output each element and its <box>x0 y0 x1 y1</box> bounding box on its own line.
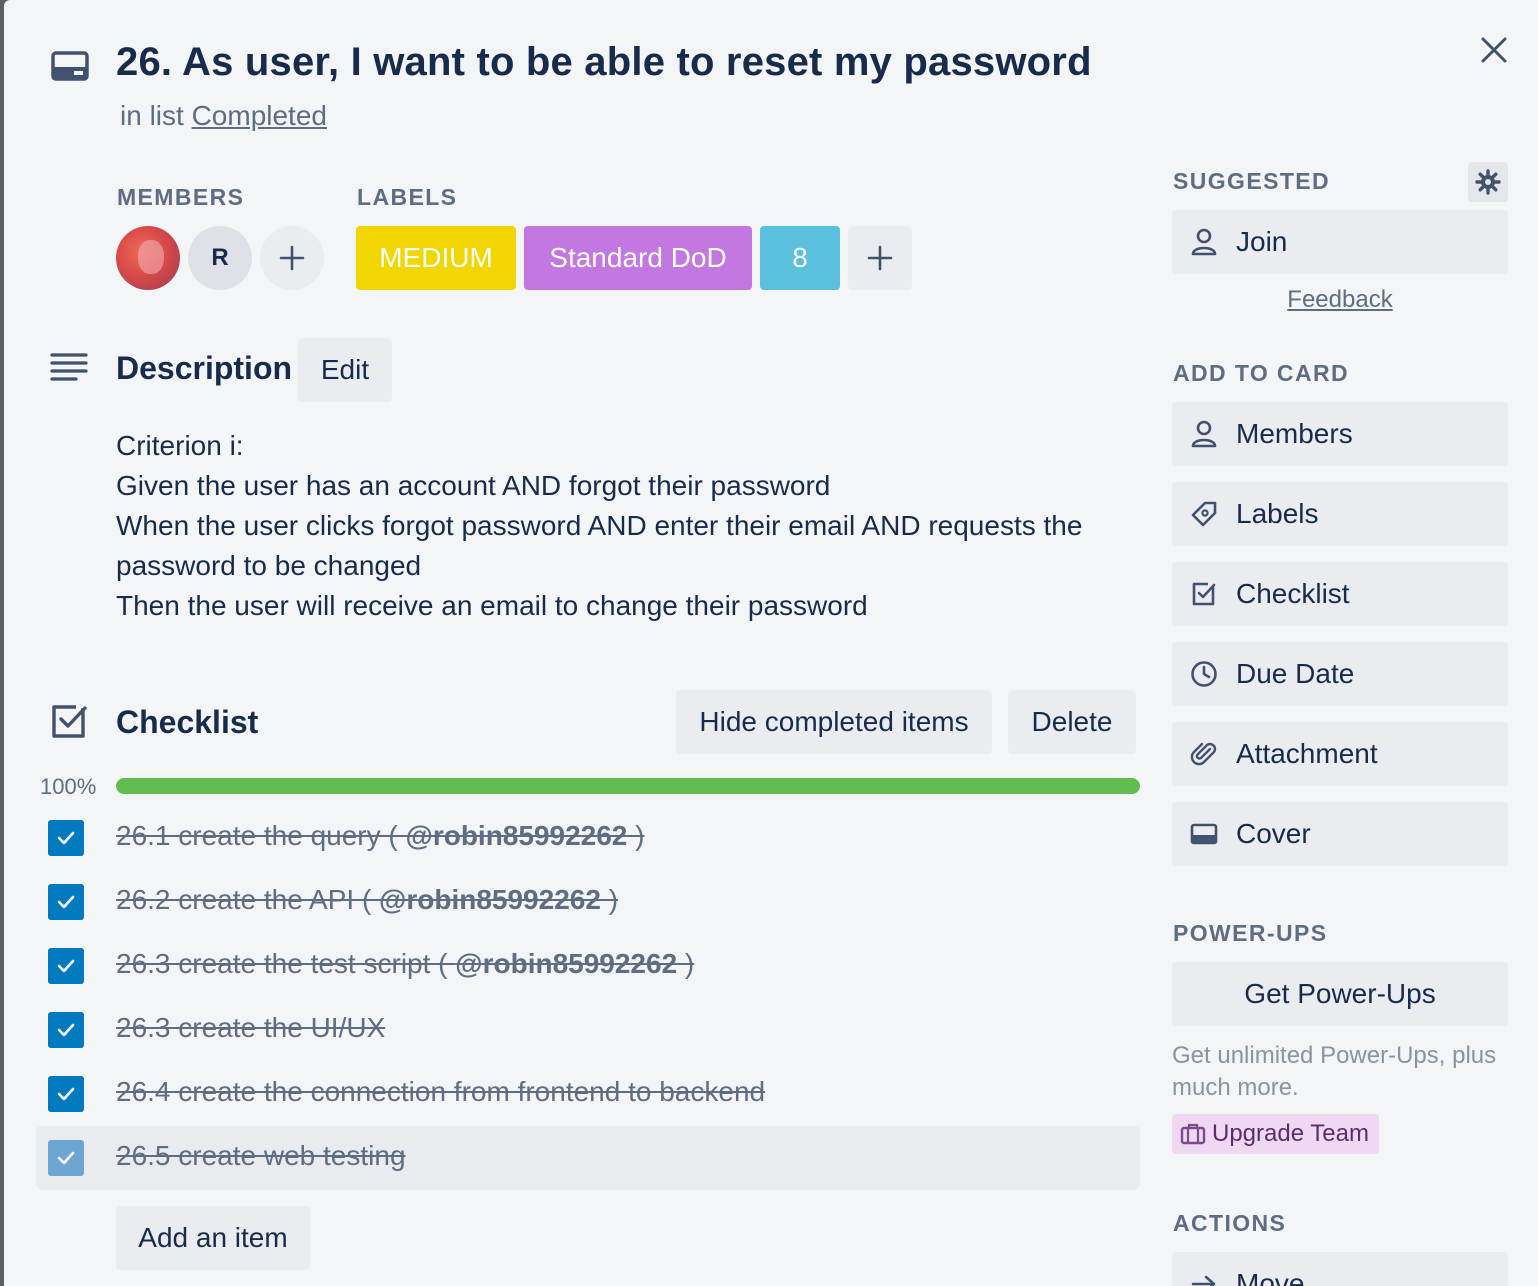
description-line: Criterion i: <box>116 430 244 461</box>
avatar[interactable] <box>116 226 180 290</box>
add-to-card-label: ADD TO CARD <box>1173 360 1349 386</box>
member-mention[interactable]: @robin85992262 <box>406 820 628 851</box>
check-icon <box>57 831 75 845</box>
item-checkbox[interactable] <box>48 820 84 856</box>
members-button[interactable]: Members <box>1172 402 1508 466</box>
members-button-label: Members <box>1236 418 1353 449</box>
join-button[interactable]: Join <box>1172 210 1508 274</box>
description-text[interactable]: Criterion i: Given the user has an accou… <box>116 426 1116 626</box>
add-item-button[interactable]: Add an item <box>116 1206 310 1270</box>
checklist-item[interactable]: 26.3 create the UI/UX <box>36 998 1140 1062</box>
labels-button[interactable]: Labels <box>1172 482 1508 546</box>
arrow-right-icon <box>1191 1275 1216 1286</box>
checklist-icon <box>50 702 88 740</box>
check-icon <box>57 959 75 973</box>
delete-checklist-button[interactable]: Delete <box>1008 690 1136 754</box>
check-icon <box>57 1151 75 1165</box>
due-date-button-label: Due Date <box>1236 658 1355 689</box>
avatar[interactable]: R <box>188 226 252 290</box>
tag-icon <box>1191 501 1217 527</box>
plus-icon <box>279 245 305 271</box>
checklist-heading: Checklist <box>116 704 259 740</box>
attachment-button-label: Attachment <box>1236 738 1378 769</box>
members-label: MEMBERS <box>117 184 245 210</box>
add-member-button[interactable] <box>260 226 324 290</box>
clock-icon <box>1191 661 1217 687</box>
paperclip-icon <box>1190 742 1217 766</box>
card-icon <box>50 46 90 86</box>
upgrade-team-label: Upgrade Team <box>1212 1120 1369 1147</box>
join-label: Join <box>1236 226 1288 257</box>
feedback-link[interactable]: Feedback <box>1172 286 1508 314</box>
check-icon <box>57 895 75 909</box>
checklist-icon <box>1192 582 1216 606</box>
checklist-item[interactable]: 26.4 create the connection from frontend… <box>36 1062 1140 1126</box>
check-icon <box>57 1087 75 1101</box>
checklist-item[interactable]: 26.1 create the query ( @robin85992262 ) <box>36 806 1140 870</box>
item-checkbox[interactable] <box>48 1076 84 1112</box>
actions-label: ACTIONS <box>1173 1210 1287 1236</box>
attachment-button[interactable]: Attachment <box>1172 722 1508 786</box>
close-button[interactable] <box>1474 30 1514 70</box>
checklist-button[interactable]: Checklist <box>1172 562 1508 626</box>
move-button[interactable]: Move <box>1172 1252 1508 1286</box>
add-label-button[interactable] <box>848 226 912 290</box>
suggested-label: SUGGESTED <box>1173 168 1331 194</box>
item-text[interactable]: 26.2 create the API ( @robin85992262 ) <box>116 884 618 916</box>
checklist-button-label: Checklist <box>1236 578 1350 609</box>
label-medium[interactable]: MEDIUM <box>356 226 516 290</box>
suggested-settings-button[interactable] <box>1468 162 1508 202</box>
check-icon <box>57 1023 75 1037</box>
edit-description-button[interactable]: Edit <box>298 338 392 402</box>
card-title[interactable]: 26. As user, I want to be able to reset … <box>116 40 1092 85</box>
person-icon <box>1191 420 1217 448</box>
plus-icon <box>867 245 893 271</box>
description-icon <box>50 352 88 384</box>
description-line: When the user clicks forgot password AND… <box>116 510 1091 581</box>
upgrade-team-button[interactable]: Upgrade Team <box>1172 1114 1379 1154</box>
item-checkbox[interactable] <box>48 1012 84 1048</box>
cover-button[interactable]: Cover <box>1172 802 1508 866</box>
person-icon <box>1191 228 1217 256</box>
in-list-prefix: in list <box>120 100 192 131</box>
progress-fill <box>116 778 1140 794</box>
member-mention[interactable]: @robin85992262 <box>379 884 601 915</box>
description-line: Given the user has an account AND forgot… <box>116 470 831 501</box>
close-icon <box>1481 37 1507 63</box>
checklist-item[interactable]: 26.3 create the test script ( @robin8599… <box>36 934 1140 998</box>
get-power-ups-button[interactable]: Get Power-Ups <box>1172 962 1508 1026</box>
cover-icon <box>1190 823 1218 845</box>
cover-button-label: Cover <box>1236 818 1311 849</box>
progress-bar <box>116 778 1140 794</box>
move-button-label: Move <box>1236 1268 1305 1286</box>
in-list-caption: in list Completed <box>120 100 327 132</box>
labels-label: LABELS <box>357 184 458 210</box>
item-checkbox[interactable] <box>48 948 84 984</box>
due-date-button[interactable]: Due Date <box>1172 642 1508 706</box>
checklist-item[interactable]: 26.2 create the API ( @robin85992262 ) <box>36 870 1140 934</box>
description-heading: Description <box>116 350 293 386</box>
label-standard-dod[interactable]: Standard DoD <box>524 226 752 290</box>
list-link[interactable]: Completed <box>192 100 327 131</box>
power-ups-label: POWER-UPS <box>1173 920 1328 946</box>
item-text[interactable]: 26.3 create the test script ( @robin8599… <box>116 948 694 980</box>
checklist-item[interactable]: 26.5 create web testing <box>36 1126 1140 1190</box>
item-text[interactable]: 26.5 create web testing <box>116 1140 406 1172</box>
labels-button-label: Labels <box>1236 498 1319 529</box>
card-detail-modal: 26. As user, I want to be able to reset … <box>4 0 1538 1286</box>
item-checkbox[interactable] <box>48 884 84 920</box>
item-checkbox[interactable] <box>48 1140 84 1176</box>
member-mention[interactable]: @robin85992262 <box>455 948 677 979</box>
item-text[interactable]: 26.1 create the query ( @robin85992262 ) <box>116 820 645 852</box>
description-line: Then the user will receive an email to c… <box>116 590 868 621</box>
hide-completed-button[interactable]: Hide completed items <box>676 690 992 754</box>
briefcase-icon <box>1180 1123 1206 1145</box>
avatar-initial: R <box>211 244 229 271</box>
item-text[interactable]: 26.3 create the UI/UX <box>116 1012 385 1044</box>
progress-percent: 100% <box>40 774 97 799</box>
item-text[interactable]: 26.4 create the connection from frontend… <box>116 1076 765 1108</box>
gear-icon <box>1475 169 1501 195</box>
power-ups-promo-text: Get unlimited Power-Ups, plus much more. <box>1172 1042 1497 1101</box>
label-estimate[interactable]: 8 <box>760 226 840 290</box>
